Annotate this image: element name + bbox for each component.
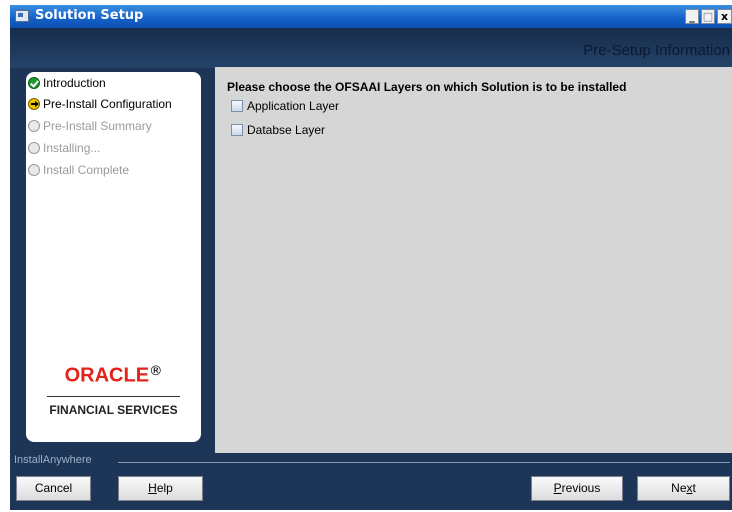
arrow-right-icon (28, 98, 40, 110)
help-button[interactable]: Help (118, 476, 203, 501)
database-layer-checkbox[interactable] (231, 124, 243, 136)
app-icon (15, 10, 29, 22)
next-button[interactable]: Next (637, 476, 730, 501)
maximize-button[interactable]: □ (701, 9, 715, 24)
next-label-rest: t (692, 481, 696, 495)
title-bar[interactable]: Solution Setup _ □ x (10, 5, 732, 28)
cancel-button[interactable]: Cancel (16, 476, 91, 501)
step-label: Pre-Install Configuration (43, 97, 172, 111)
checkbox-label[interactable]: Databse Layer (247, 123, 325, 138)
previous-button[interactable]: Previous (531, 476, 623, 501)
previous-label-rest: revious (561, 481, 601, 495)
oracle-logo: ORACLE® (26, 364, 201, 387)
circle-icon (28, 120, 40, 132)
page-title: Pre-Setup Information (583, 42, 730, 59)
logo-subtitle: FINANCIAL SERVICES (49, 403, 178, 417)
checkbox-label[interactable]: Application Layer (247, 99, 339, 114)
help-mnemonic: H (148, 481, 157, 495)
close-button[interactable]: x (717, 9, 732, 24)
step-label: Installing... (43, 141, 101, 155)
main-content: Please choose the OFSAAI Layers on which… (215, 67, 732, 453)
help-label-rest: elp (156, 481, 173, 495)
installer-window: Solution Setup _ □ x Pre-Setup Informati… (10, 5, 732, 510)
minimize-button[interactable]: _ (685, 9, 699, 24)
installer-label: InstallAnywhere (14, 454, 92, 466)
check-icon (28, 77, 40, 89)
layer-prompt: Please choose the OFSAAI Layers on which… (227, 80, 627, 94)
footer-divider (118, 462, 730, 463)
step-label: Introduction (43, 76, 106, 90)
window-title: Solution Setup (35, 8, 144, 23)
registered-mark: ® (149, 364, 163, 379)
step-label: Install Complete (43, 163, 130, 177)
circle-icon (28, 142, 40, 154)
next-label-pre: Ne (671, 481, 687, 495)
application-layer-checkbox[interactable] (231, 100, 243, 112)
logo-divider (47, 396, 180, 397)
circle-icon (28, 164, 40, 176)
header-banner: Pre-Setup Information (10, 28, 732, 68)
oracle-wordmark: ORACLE (64, 364, 150, 387)
previous-mnemonic: P (553, 481, 562, 495)
step-label: Pre-Install Summary (43, 119, 152, 133)
steps-panel: Introduction Pre-Install Configuration P… (26, 72, 201, 442)
